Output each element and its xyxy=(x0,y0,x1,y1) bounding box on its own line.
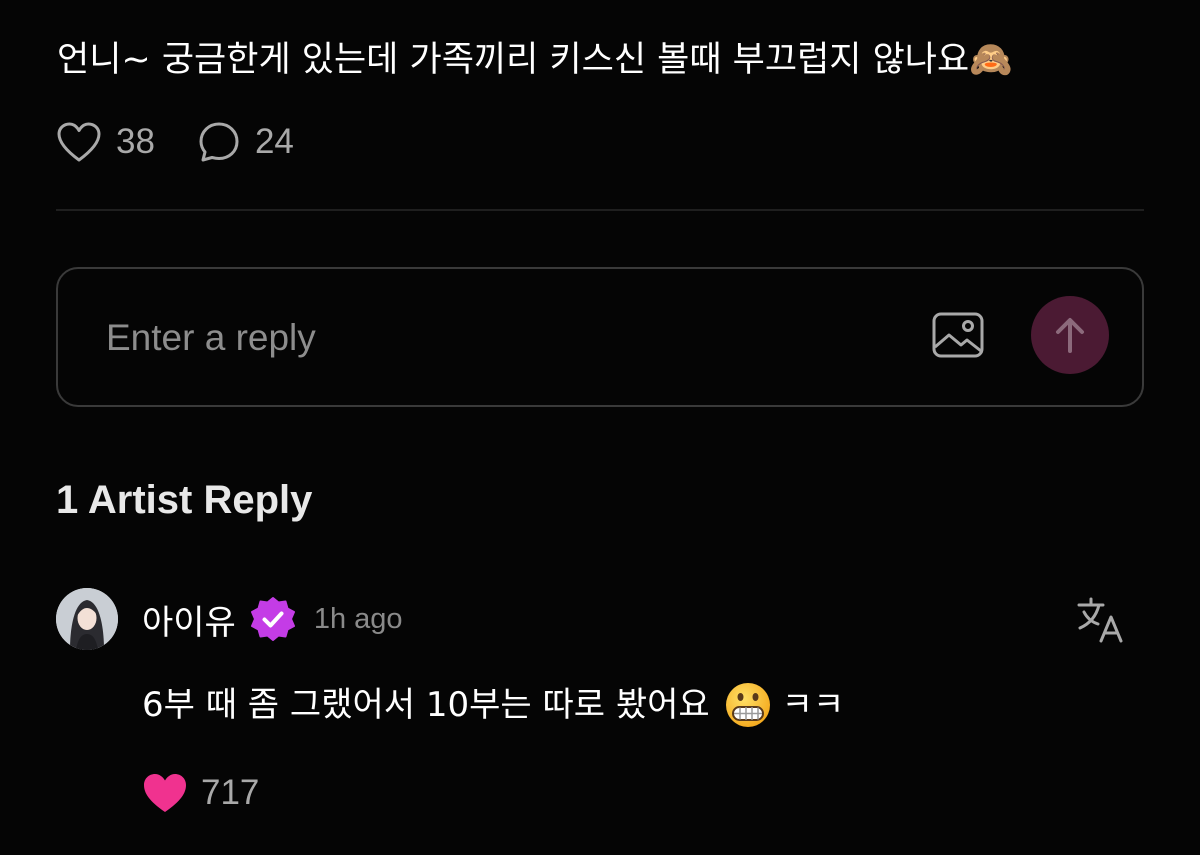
heart-outline-icon xyxy=(57,122,101,162)
reply-text-laugh: ㅋㅋ xyxy=(781,685,845,725)
reply-text-main: 6부 때 좀 그랬어서 10부는 따로 봤어요 xyxy=(142,685,710,725)
avatar[interactable] xyxy=(56,588,118,650)
reply-input[interactable] xyxy=(104,309,868,367)
translate-icon xyxy=(1077,597,1123,643)
arrow-up-icon xyxy=(1056,318,1084,353)
heart-filled-icon[interactable] xyxy=(141,771,189,815)
comment-count: 24 xyxy=(254,122,294,161)
post-text: 언니~ 궁금한게 있는데 가족끼리 키스신 볼때 부끄럽지 않나요🙈 xyxy=(57,40,1013,80)
artist-replies-title: 1 Artist Reply xyxy=(56,478,313,522)
reply-like-row: 717 xyxy=(141,768,259,818)
translate-button[interactable] xyxy=(1076,596,1126,648)
like-button[interactable]: 38 xyxy=(56,121,155,163)
author-name[interactable]: 아이유 xyxy=(142,595,236,644)
reply-box xyxy=(56,267,1144,407)
attach-image-button[interactable] xyxy=(931,310,985,364)
like-count: 38 xyxy=(116,122,155,161)
send-reply-button[interactable] xyxy=(1031,296,1109,374)
comment-button[interactable]: 24 xyxy=(197,120,294,164)
verified-badge-icon xyxy=(250,597,295,641)
reply-header: 아이유 1h ago xyxy=(142,594,403,644)
reply-time: 1h ago xyxy=(313,602,403,635)
grimacing-face-icon xyxy=(725,683,770,727)
divider xyxy=(56,209,1144,211)
reply-like-count: 717 xyxy=(201,773,260,812)
post-stats: 38 24 xyxy=(56,118,294,166)
speech-bubble-icon xyxy=(199,122,239,162)
artist-avatar-image xyxy=(56,588,118,650)
image-icon xyxy=(932,312,984,358)
reply-text: 6부 때 좀 그랬어서 10부는 따로 봤어요 ㅋㅋ xyxy=(142,678,844,732)
